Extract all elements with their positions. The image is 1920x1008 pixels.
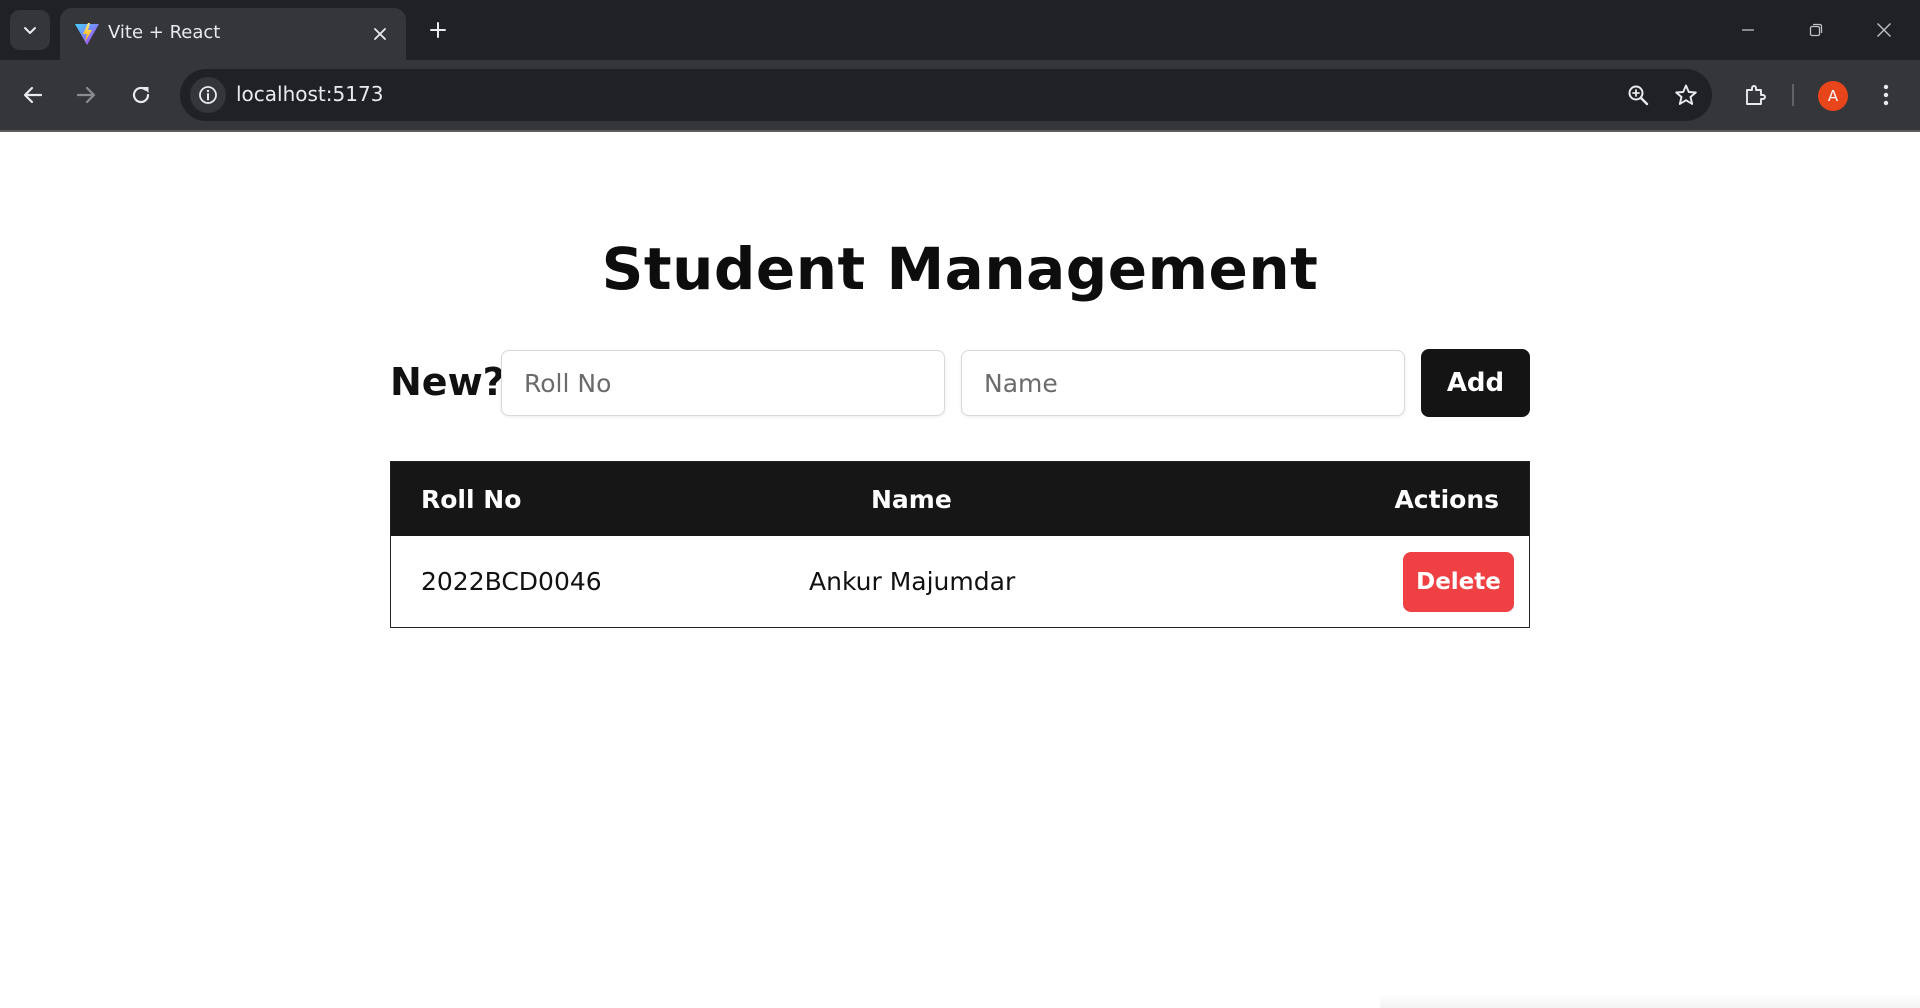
- info-icon: [199, 86, 217, 104]
- new-tab-button[interactable]: [420, 12, 456, 48]
- reload-button[interactable]: [120, 74, 162, 116]
- header-name: Name: [871, 485, 952, 514]
- new-student-label: New?: [390, 360, 505, 404]
- header-roll-no: Roll No: [421, 485, 522, 514]
- close-window-button[interactable]: [1860, 10, 1908, 50]
- restore-icon: [1809, 23, 1823, 37]
- browser-toolbar: localhost:5173 A: [0, 60, 1920, 130]
- site-info-button[interactable]: [190, 77, 226, 113]
- minimize-icon: [1742, 29, 1754, 31]
- roll-no-input[interactable]: [501, 350, 945, 416]
- header-actions: Actions: [1394, 485, 1499, 514]
- page-bottom-shadow: [1380, 994, 1920, 1008]
- bookmark-button[interactable]: [1668, 77, 1704, 113]
- close-icon: [374, 28, 386, 40]
- close-icon: [1877, 23, 1891, 37]
- cell-name: Ankur Majumdar: [809, 567, 1016, 596]
- restore-window-button[interactable]: [1792, 10, 1840, 50]
- add-button[interactable]: Add: [1421, 349, 1530, 417]
- cell-roll-no: 2022BCD0046: [421, 567, 602, 596]
- reload-icon: [132, 86, 150, 104]
- tab-title: Vite + React: [108, 22, 221, 43]
- plus-icon: [430, 22, 446, 38]
- page-title: Student Management: [601, 235, 1319, 303]
- browser-tab-active[interactable]: Vite + React: [60, 8, 406, 60]
- arrow-right-icon: [76, 86, 96, 104]
- vite-logo-icon: [75, 23, 99, 45]
- table-row: 2022BCD0046 Ankur Majumdar Delete: [391, 536, 1529, 627]
- puzzle-icon: [1746, 85, 1766, 105]
- zoom-button[interactable]: [1620, 77, 1656, 113]
- back-button[interactable]: [12, 74, 54, 116]
- tab-close-button[interactable]: [366, 20, 394, 48]
- table-header: Roll No Name Actions: [391, 462, 1529, 536]
- toolbar-separator: [1792, 84, 1794, 106]
- forward-button[interactable]: [65, 74, 107, 116]
- delete-button[interactable]: Delete: [1403, 552, 1514, 612]
- browser-tab-strip: Vite + React: [0, 0, 1920, 60]
- arrow-left-icon: [23, 86, 43, 104]
- zoom-in-icon: [1628, 85, 1649, 106]
- kebab-menu-icon: [1883, 84, 1889, 106]
- star-icon: [1675, 84, 1697, 105]
- profile-avatar[interactable]: A: [1818, 81, 1848, 111]
- address-bar[interactable]: localhost:5173: [180, 69, 1712, 121]
- minimize-window-button[interactable]: [1724, 10, 1772, 50]
- page-content: Student Management New? Add Roll No Name…: [0, 132, 1920, 1008]
- students-table: Roll No Name Actions 2022BCD0046 Ankur M…: [390, 461, 1530, 628]
- tab-search-button[interactable]: [10, 10, 50, 50]
- name-input[interactable]: [961, 350, 1405, 416]
- url-text[interactable]: localhost:5173: [236, 82, 383, 106]
- extensions-button[interactable]: [1734, 74, 1776, 116]
- browser-menu-button[interactable]: [1865, 74, 1907, 116]
- chevron-down-icon: [24, 27, 36, 34]
